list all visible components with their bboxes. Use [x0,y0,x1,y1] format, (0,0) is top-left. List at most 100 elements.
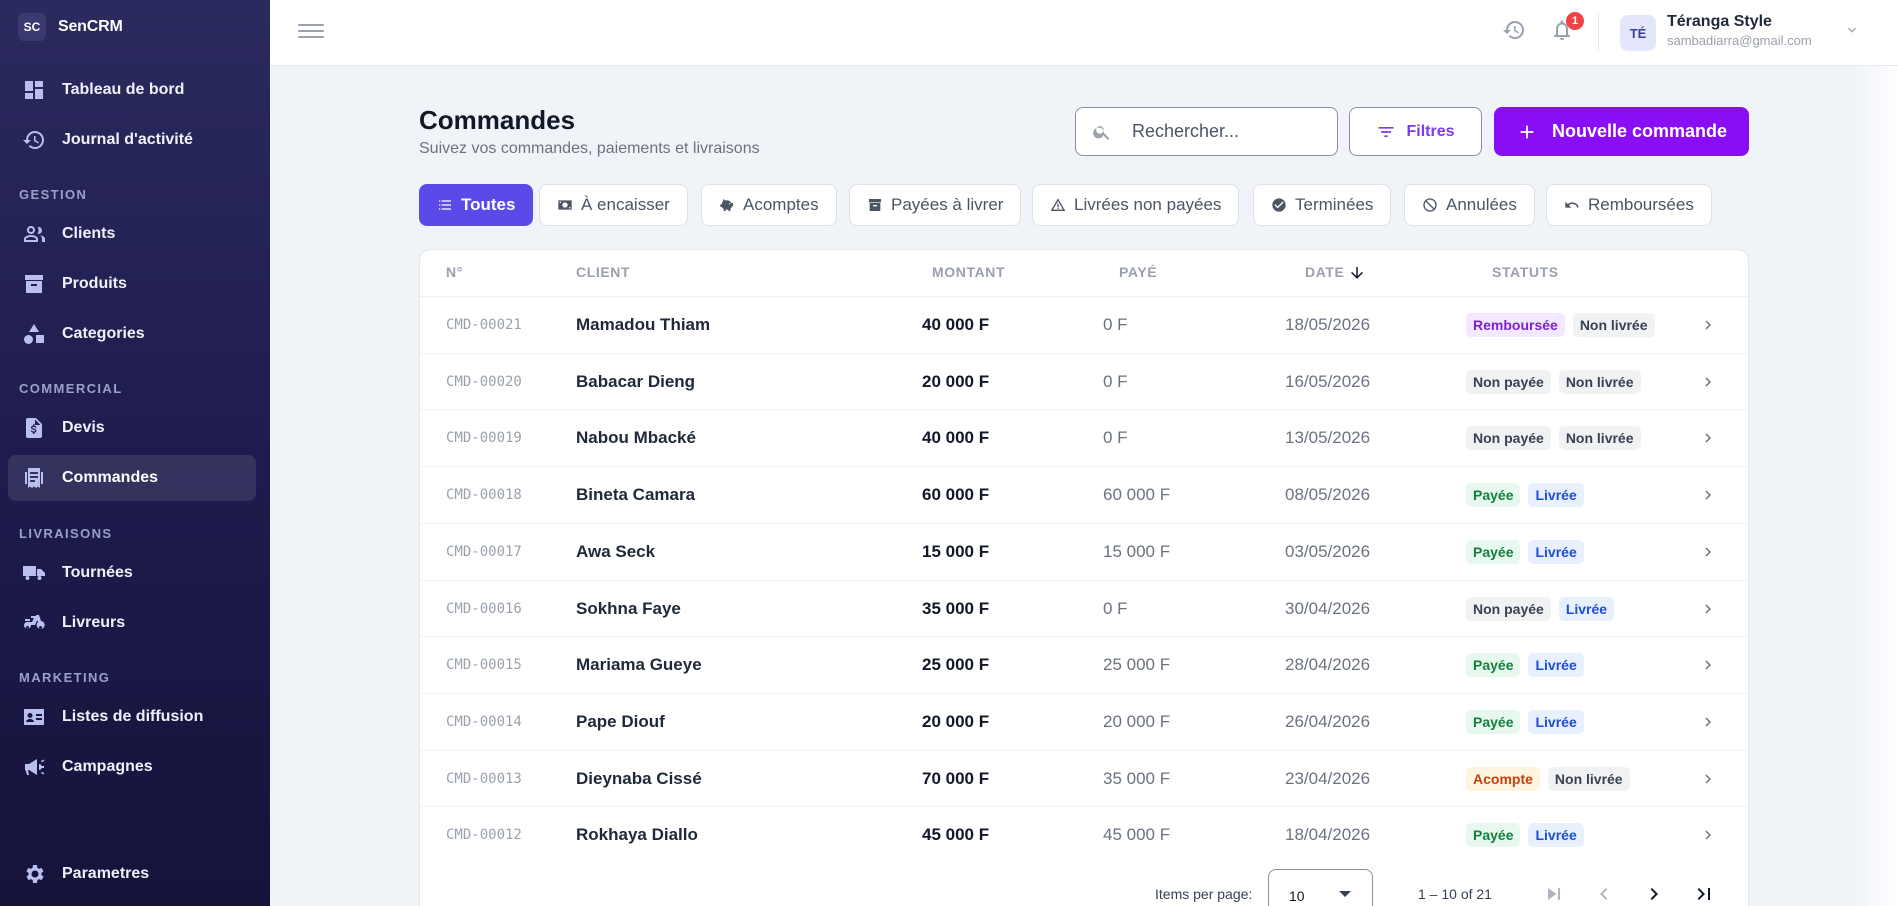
menu-toggle-icon[interactable] [298,20,324,46]
tab-remboursees[interactable]: Remboursées [1546,184,1712,226]
sidebar-item-tableau-de-bord[interactable]: Tableau de bord [8,67,256,113]
sidebar-item-label: Devis [62,419,105,436]
tab-acomptes[interactable]: Acomptes [701,184,837,226]
next-page-icon[interactable] [1640,880,1668,906]
order-amount: 20 000 F [922,371,990,391]
items-per-page-select[interactable]: 10 [1268,869,1373,906]
items-per-page-label: Items per page: [1155,886,1253,902]
order-number: CMD-00018 [446,487,522,504]
table-row[interactable]: CMD-00015 Mariama Gueye 25 000 F 25 000 F 28… [420,636,1748,693]
new-order-button[interactable]: Nouvelle commande [1494,107,1749,156]
table-row[interactable]: CMD-00020 Babacar Dieng 20 000 F 0 F 16/05/2… [420,352,1748,410]
table-row[interactable]: CMD-00012 Rokhaya Diallo 45 000 F 45 000 F 1… [420,806,1748,863]
tab-payees-a-livrer[interactable]: Payées à livrer [849,184,1022,226]
column-header-paye[interactable]: PAYÉ [1119,264,1157,280]
table-row[interactable]: CMD-00014 Pape Diouf 20 000 F 20 000 F 26/04… [420,692,1748,750]
column-header-date[interactable]: DATE [1305,264,1366,282]
chevron-right-icon[interactable] [1699,637,1717,693]
sidebar-item-label: Produits [62,275,127,292]
table-row[interactable]: CMD-00018 Bineta Camara 60 000 F 60 000 F 08… [420,466,1748,523]
tab-label: Acomptes [743,195,819,214]
filters-button[interactable]: Filtres [1349,107,1482,156]
status-badge: Payée [1466,483,1521,508]
status-badges: Payée Livrée [1466,694,1592,750]
order-amount: 60 000 F [922,485,990,505]
sidebar-item-devis[interactable]: Devis [8,405,256,451]
order-date: 23/04/2026 [1285,768,1371,788]
user-email: sambadiarra@gmail.com [1667,33,1812,48]
status-badge: Payée [1466,709,1521,734]
chevron-right-icon[interactable] [1699,807,1717,863]
client-name: Mamadou Thiam [576,315,711,334]
check-circle-icon [1272,198,1286,212]
history-icon[interactable] [1502,18,1530,46]
tab-terminees[interactable]: Terminées [1253,184,1392,226]
sidebar-item-categories[interactable]: Categories [8,311,256,357]
tab-annulees[interactable]: Annulées [1404,184,1535,226]
table-row[interactable]: CMD-00017 Awa Seck 15 000 F 15 000 F 03/05/2… [420,522,1748,580]
chevron-down-icon[interactable] [1844,22,1860,38]
status-badge: Non livrée [1558,426,1641,451]
order-date: 13/05/2026 [1285,428,1371,448]
paid-amount: 35 000 F [1103,768,1171,788]
chevron-right-icon[interactable] [1699,581,1717,637]
table-row[interactable]: CMD-00021 Mamadou Thiam 40 000 F 0 F 18/05/2… [420,296,1748,353]
avatar[interactable]: TÉ [1620,15,1656,51]
chevron-right-icon[interactable] [1699,410,1717,466]
history-icon [20,126,48,154]
previous-page-icon[interactable] [1590,880,1618,906]
order-amount: 25 000 F [922,655,990,675]
sidebar-item-produits[interactable]: Produits [8,261,256,307]
chevron-right-icon[interactable] [1699,524,1717,580]
receipt-icon [20,464,48,492]
sidebar-item-parametres[interactable]: Parametres [8,851,256,897]
table-row[interactable]: CMD-00016 Sokhna Faye 35 000 F 0 F 30/04/202… [420,579,1748,637]
paid-amount: 20 000 F [1103,711,1171,731]
sidebar-item-label: Tableau de bord [62,81,185,98]
order-date: 08/05/2026 [1285,485,1371,505]
status-badge: Livrée [1528,823,1584,848]
order-date: 28/04/2026 [1285,655,1371,675]
chevron-right-icon[interactable] [1699,751,1717,807]
sidebar-item-tournees[interactable]: Tournées [8,550,256,596]
tab-toutes[interactable]: Toutes [419,184,534,226]
sidebar-item-commandes[interactable]: Commandes [8,455,256,501]
tab-livrees-non-payees[interactable]: Livrées non payées [1032,184,1240,226]
table-row[interactable]: CMD-00013 Dieynaba Cissé 70 000 F 35 000 F 2… [420,749,1748,807]
status-badge: Livrée [1528,539,1584,564]
sidebar-item-label: Commandes [62,469,159,486]
sidebar-item-clients[interactable]: Clients [8,211,256,257]
order-amount: 15 000 F [922,541,990,561]
new-order-button-label: Nouvelle commande [1551,121,1728,141]
section-title-livraisons: LIVRAISONS [19,526,113,541]
chevron-right-icon[interactable] [1699,467,1717,523]
first-page-icon[interactable] [1540,880,1568,906]
sidebar-item-journal[interactable]: Journal d'activité [8,117,256,163]
order-amount: 35 000 F [922,598,990,618]
chevron-right-icon[interactable] [1699,297,1717,353]
column-header-montant[interactable]: MONTANT [932,264,1005,280]
plus-icon [1520,125,1534,138]
user-name[interactable]: Téranga Style [1667,13,1772,31]
sidebar-item-livreurs[interactable]: Livreurs [8,600,256,646]
sidebar-item-listes-de-diffusion[interactable]: Listes de diffusion [8,694,256,740]
notifications-bell-icon[interactable]: 1 [1550,12,1584,46]
tab-a-encaisser[interactable]: À encaisser [539,184,688,226]
client-name: Rokhaya Diallo [576,825,698,845]
sidebar-item-campagnes[interactable]: Campagnes [8,744,256,790]
order-date: 18/04/2026 [1285,825,1371,845]
search-input[interactable] [1132,121,1312,142]
brand-logo: SC [18,13,46,41]
order-number: CMD-00016 [446,600,522,617]
column-header-client[interactable]: CLIENT [576,264,630,280]
brand[interactable]: SC SenCRM [0,0,270,54]
sidebar: SC SenCRM Tableau de bord Journal d'acti… [0,0,270,906]
table-row[interactable]: CMD-00019 Nabou Mbacké 40 000 F 0 F 13/05/20… [420,409,1748,466]
page-title: Commandes [419,105,576,135]
notification-count-badge: 1 [1566,12,1584,30]
last-page-icon[interactable] [1690,880,1718,906]
users-icon [20,220,48,248]
chevron-right-icon[interactable] [1699,354,1717,410]
search-box[interactable] [1075,107,1338,156]
chevron-right-icon[interactable] [1699,694,1717,750]
